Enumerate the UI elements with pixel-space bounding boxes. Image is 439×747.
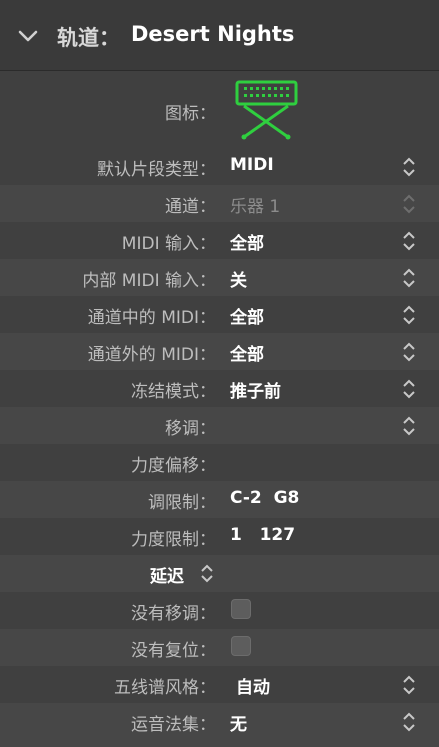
up-down-stepper-icon[interactable] bbox=[401, 415, 417, 437]
up-down-stepper-icon[interactable] bbox=[401, 674, 417, 696]
channel-label: 通道： bbox=[165, 197, 216, 217]
chevron-down-icon[interactable] bbox=[18, 29, 38, 43]
up-down-stepper-icon[interactable] bbox=[401, 156, 417, 178]
midi-input-row[interactable]: MIDI 输入： 全部 bbox=[0, 222, 439, 259]
staff-style-row[interactable]: 五线谱风格： 自动 bbox=[0, 666, 439, 703]
up-down-stepper-icon[interactable] bbox=[200, 563, 214, 584]
freeze-mode-label: 冻结模式： bbox=[131, 382, 216, 402]
transpose-row[interactable]: 移调： bbox=[0, 407, 439, 444]
default-region-type-value[interactable]: MIDI bbox=[230, 155, 274, 175]
no-transpose-label: 没有移调： bbox=[131, 604, 216, 624]
key-limit-label: 调限制： bbox=[148, 493, 216, 513]
up-down-stepper-icon[interactable] bbox=[401, 304, 417, 326]
velocity-limit-value[interactable]: 1 127 bbox=[230, 525, 295, 545]
delay-row[interactable]: 延迟 bbox=[0, 555, 439, 592]
internal-midi-input-row[interactable]: 内部 MIDI 输入： 关 bbox=[0, 259, 439, 296]
channel-row[interactable]: 通道： 乐器 1 bbox=[0, 185, 439, 222]
velocity-limit-label: 力度限制： bbox=[131, 530, 216, 550]
staff-style-label: 五线谱风格： bbox=[114, 678, 216, 698]
midi-in-channel-label: 通道中的 MIDI： bbox=[87, 308, 216, 328]
articulation-set-label: 运音法集： bbox=[131, 715, 216, 735]
staff-style-value[interactable]: 自动 bbox=[236, 673, 270, 698]
channel-value: 乐器 1 bbox=[230, 197, 281, 217]
up-down-stepper-icon[interactable] bbox=[401, 341, 417, 363]
midi-input-value[interactable]: 全部 bbox=[230, 229, 264, 254]
no-reset-checkbox[interactable] bbox=[231, 636, 251, 656]
up-down-stepper-icon[interactable] bbox=[401, 711, 417, 733]
velocity-offset-label: 力度偏移： bbox=[131, 456, 216, 476]
up-down-stepper-icon[interactable] bbox=[401, 378, 417, 400]
freeze-mode-value[interactable]: 推子前 bbox=[230, 377, 281, 402]
up-down-stepper-icon[interactable] bbox=[401, 267, 417, 289]
midi-input-label: MIDI 输入： bbox=[121, 234, 216, 254]
up-down-stepper-icon bbox=[403, 194, 415, 214]
key-limit-row[interactable]: 调限制： C-2 G8 bbox=[0, 481, 439, 518]
freeze-mode-row[interactable]: 冻结模式： 推子前 bbox=[0, 370, 439, 407]
default-region-type-label: 默认片段类型： bbox=[97, 160, 216, 180]
no-reset-label: 没有复位： bbox=[131, 641, 216, 661]
no-transpose-checkbox[interactable] bbox=[231, 599, 251, 619]
delay-popup-label[interactable]: 延迟 bbox=[150, 562, 184, 587]
articulation-set-row[interactable]: 运音法集： 无 bbox=[0, 703, 439, 747]
track-name: Desert Nights bbox=[131, 22, 295, 46]
midi-in-channel-row[interactable]: 通道中的 MIDI： 全部 bbox=[0, 296, 439, 333]
header-title-prefix: 轨道： bbox=[57, 26, 120, 50]
internal-midi-input-label: 内部 MIDI 输入： bbox=[82, 271, 216, 291]
keyboard-stand-icon[interactable] bbox=[235, 80, 298, 140]
icon-label: 图标： bbox=[165, 104, 216, 124]
up-down-stepper-icon[interactable] bbox=[401, 230, 417, 252]
default-region-type-row[interactable]: 默认片段类型： MIDI bbox=[0, 148, 439, 185]
midi-out-channel-value[interactable]: 全部 bbox=[230, 340, 264, 365]
velocity-limit-row[interactable]: 力度限制： 1 127 bbox=[0, 518, 439, 555]
articulation-set-value[interactable]: 无 bbox=[230, 710, 247, 735]
icon-row: 图标： bbox=[0, 72, 439, 148]
midi-out-channel-label: 通道外的 MIDI： bbox=[87, 345, 216, 365]
key-limit-value[interactable]: C-2 G8 bbox=[230, 488, 299, 508]
midi-out-channel-row[interactable]: 通道外的 MIDI： 全部 bbox=[0, 333, 439, 370]
no-transpose-row[interactable]: 没有移调： bbox=[0, 592, 439, 629]
midi-in-channel-value[interactable]: 全部 bbox=[230, 303, 264, 328]
velocity-offset-row[interactable]: 力度偏移： bbox=[0, 444, 439, 481]
no-reset-row[interactable]: 没有复位： bbox=[0, 629, 439, 666]
transpose-label: 移调： bbox=[165, 419, 216, 439]
inspector-header[interactable]: 轨道： Desert Nights bbox=[0, 0, 439, 71]
internal-midi-input-value[interactable]: 关 bbox=[230, 266, 247, 291]
